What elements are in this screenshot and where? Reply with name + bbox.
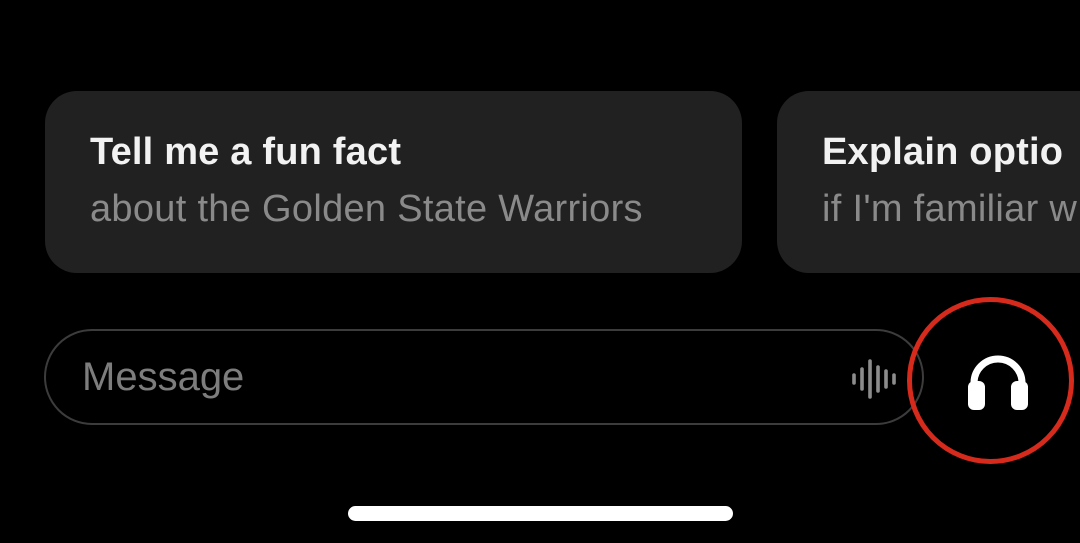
voice-mode-button[interactable] — [928, 309, 1068, 449]
suggestion-subtitle: about the Golden State Warriors — [90, 188, 643, 230]
message-composer[interactable] — [44, 329, 924, 425]
waveform-icon — [852, 359, 896, 399]
dictation-button[interactable] — [850, 359, 898, 399]
home-indicator[interactable] — [348, 506, 733, 521]
suggestion-title: Tell me a fun fact — [90, 131, 402, 173]
suggestion-carousel[interactable]: Tell me a fun fact about the Golden Stat… — [45, 91, 1080, 273]
suggestion-card-explain[interactable]: Explain optio if I'm familiar w — [777, 91, 1080, 273]
message-input[interactable] — [82, 331, 802, 423]
headphones-icon — [968, 355, 1028, 410]
suggestion-card-fun-fact[interactable]: Tell me a fun fact about the Golden Stat… — [45, 91, 742, 273]
chat-screen: Tell me a fun fact about the Golden Stat… — [0, 0, 1080, 543]
suggestion-title: Explain optio — [822, 131, 1064, 173]
suggestion-subtitle: if I'm familiar w — [822, 188, 1078, 230]
